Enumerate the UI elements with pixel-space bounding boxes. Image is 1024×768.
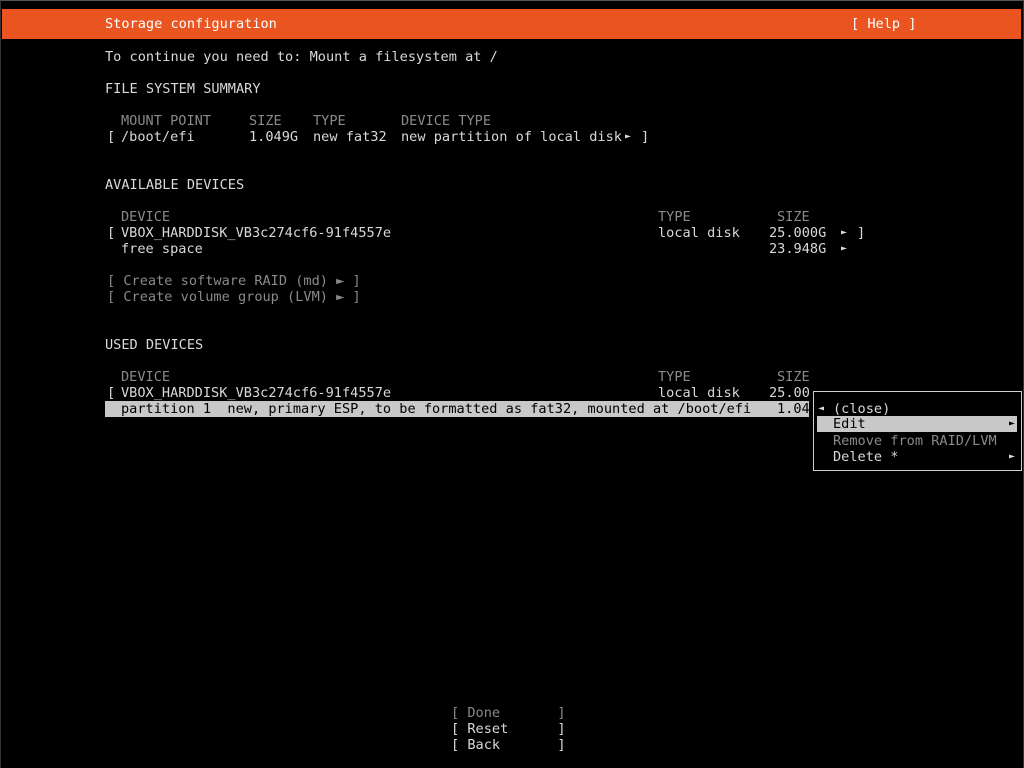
reset-button[interactable]: [ Reset ]	[451, 721, 566, 737]
col-type: TYPE	[658, 369, 691, 385]
expand-arrow-icon[interactable]: ►	[625, 129, 631, 145]
instruction-text: To continue you need to: Mount a filesys…	[105, 49, 498, 65]
free-space-label: free space	[121, 241, 203, 257]
row-open-bracket: [	[107, 225, 116, 241]
back-button[interactable]: [ Back ]	[451, 737, 566, 753]
available-devices-heading: AVAILABLE DEVICES	[105, 177, 245, 193]
col-device-type: DEVICE TYPE	[401, 113, 492, 129]
menu-item-close[interactable]: (close)	[833, 401, 890, 417]
done-button[interactable]: [ Done ]	[451, 705, 566, 721]
col-mount-point: MOUNT POINT	[121, 113, 212, 129]
submenu-arrow-icon: ►	[1009, 451, 1016, 462]
selected-partition-row[interactable]: partition 1 new, primary ESP, to be form…	[105, 401, 810, 417]
expand-arrow-icon[interactable]: ►	[841, 225, 847, 241]
row-open-bracket: [	[107, 129, 116, 145]
col-type: TYPE	[658, 209, 691, 225]
partition-size: 1.04	[777, 401, 810, 417]
row-close-bracket: ]	[857, 225, 866, 241]
menu-item-delete[interactable]: Delete *	[833, 449, 898, 465]
used-devices-heading: USED DEVICES	[105, 337, 204, 353]
col-size: SIZE	[249, 113, 282, 129]
disk-type: local disk	[658, 225, 740, 241]
size-value: 1.049G	[249, 129, 299, 145]
menu-item-edit[interactable]: Edit ►	[817, 416, 1017, 432]
create-raid-button[interactable]: [ Create software RAID (md) ► ]	[107, 273, 361, 289]
free-space-size: 23.948G	[769, 241, 827, 257]
disk-type: local disk	[658, 385, 740, 401]
partition-description: partition 1 new, primary ESP, to be form…	[121, 401, 752, 417]
page-title: Storage configuration	[105, 16, 277, 32]
disk-name: VBOX_HARDDISK_VB3c274cf6-91f4557e	[121, 225, 392, 241]
fs-summary-heading: FILE SYSTEM SUMMARY	[105, 81, 261, 97]
expand-arrow-icon[interactable]: ►	[841, 241, 847, 257]
mount-point-value: /boot/efi	[121, 129, 195, 145]
menu-item-label: Edit	[833, 416, 866, 432]
create-lvm-button[interactable]: [ Create volume group (LVM) ► ]	[107, 289, 361, 305]
submenu-arrow-icon: ►	[1009, 418, 1016, 429]
col-size: SIZE	[777, 369, 810, 385]
col-type: TYPE	[313, 113, 346, 129]
back-arrow-icon: ◄	[818, 403, 825, 414]
device-type-value: new partition of local disk	[401, 129, 622, 145]
disk-size: 25.000G	[769, 225, 827, 241]
row-close-bracket: ]	[641, 129, 650, 145]
disk-name: VBOX_HARDDISK_VB3c274cf6-91f4557e	[121, 385, 392, 401]
col-size: SIZE	[777, 209, 810, 225]
col-device: DEVICE	[121, 209, 171, 225]
row-open-bracket: [	[107, 385, 116, 401]
menu-item-remove-from-raid-lvm[interactable]: Remove from RAID/LVM	[833, 433, 997, 449]
disk-size: 25.00	[769, 385, 810, 401]
type-value: new fat32	[313, 129, 387, 145]
help-button[interactable]: [ Help ]	[851, 16, 916, 32]
header-bar: Storage configuration [ Help ]	[2, 9, 1021, 39]
col-device: DEVICE	[121, 369, 171, 385]
